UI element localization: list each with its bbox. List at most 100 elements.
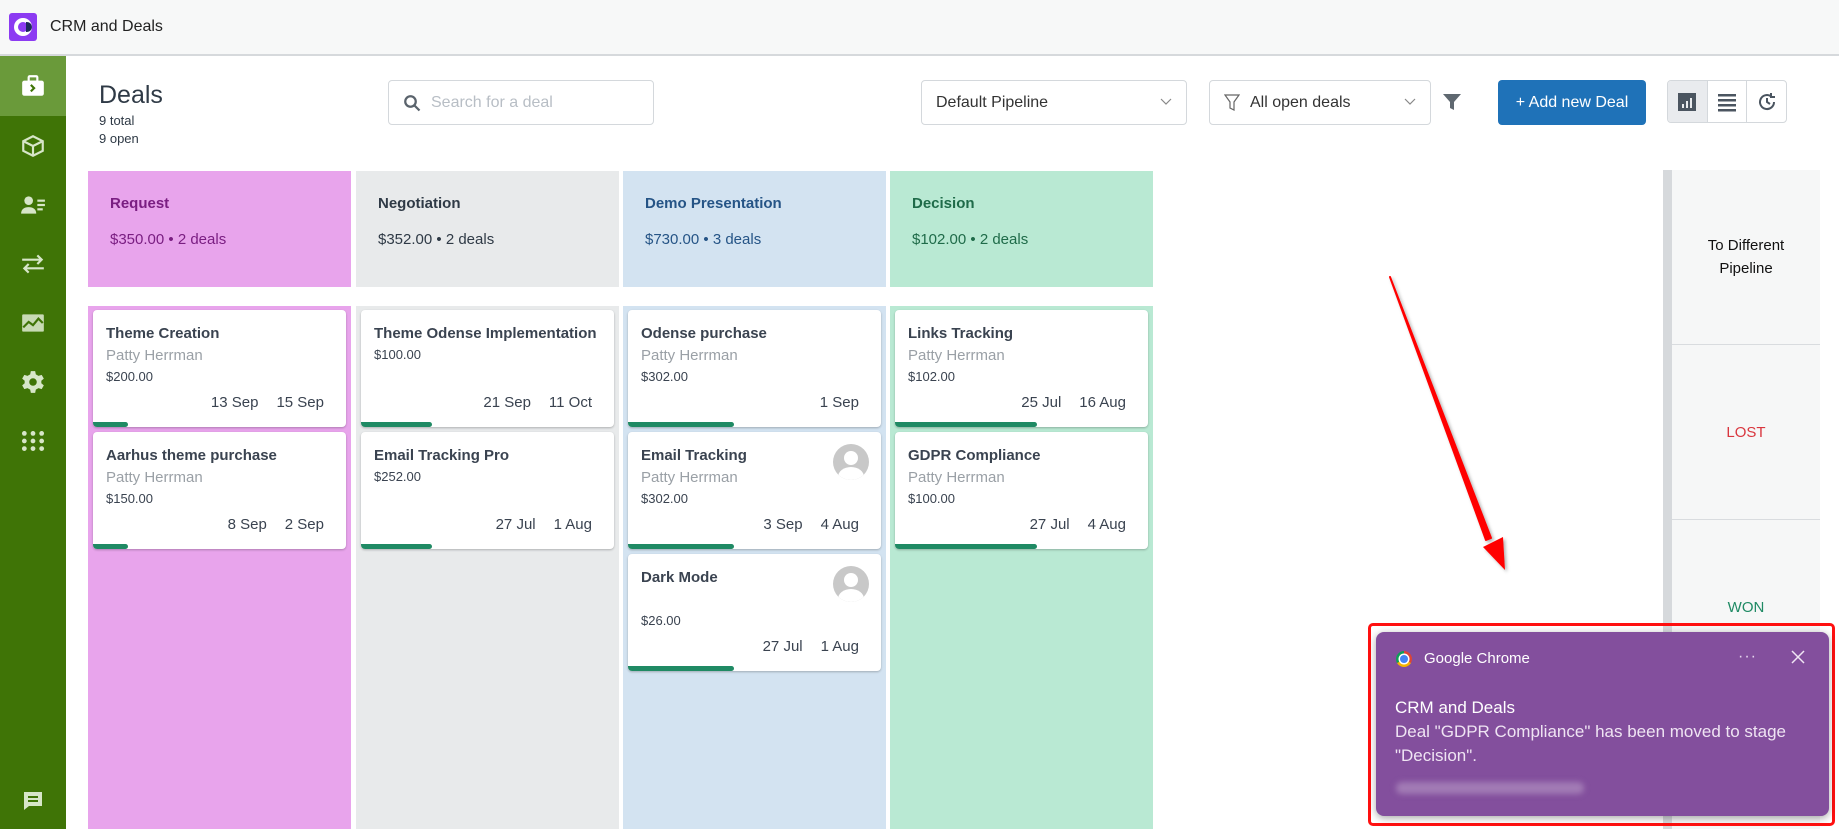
deal-value: $200.00 bbox=[106, 369, 153, 384]
stage-deal-count: 2 deals bbox=[445, 231, 495, 248]
deal-card[interactable]: GDPR Compliance Patty Herrman $100.00 27 Ju… bbox=[895, 432, 1148, 549]
stage-name: Negotiation bbox=[378, 195, 461, 212]
apps-grid-icon bbox=[21, 430, 45, 451]
more-options-icon[interactable]: ··· bbox=[1738, 648, 1757, 666]
stage-name: Request bbox=[110, 195, 170, 212]
deal-contact: Patty Herrman bbox=[641, 347, 738, 364]
chevron-down-icon bbox=[1404, 98, 1416, 105]
deal-progress-bar bbox=[93, 544, 129, 549]
chrome-notification[interactable]: Google Chrome ··· CRM and Deals Deal "GD… bbox=[1376, 632, 1829, 816]
notification-url-blurred bbox=[1396, 782, 1584, 794]
stage-column-demo-presentation: Demo Presentation $730.00 • 3 deals Oden… bbox=[623, 171, 886, 829]
notification-source: Google Chrome bbox=[1424, 650, 1530, 667]
drop-zone-label: LOST bbox=[1726, 423, 1766, 441]
search-box[interactable] bbox=[388, 80, 654, 125]
deal-dates: 27 Jul 1 Aug bbox=[478, 516, 592, 533]
sidebar-item-contacts[interactable] bbox=[0, 175, 66, 234]
view-toggle bbox=[1667, 80, 1787, 123]
chevron-down-icon bbox=[1160, 98, 1172, 105]
stage-deal-count: 2 deals bbox=[177, 231, 227, 248]
deal-title: Links Tracking bbox=[908, 325, 1014, 342]
deals-open-count: 9 open bbox=[99, 131, 139, 146]
deal-title: Theme Creation bbox=[106, 325, 220, 342]
deal-start-date: 25 Jul bbox=[1021, 394, 1062, 411]
list-icon bbox=[1718, 93, 1736, 111]
sidebar-item-deals[interactable] bbox=[0, 56, 66, 116]
drop-zone-lost[interactable]: LOST bbox=[1672, 345, 1820, 520]
deal-contact: Patty Herrman bbox=[106, 469, 203, 486]
deal-card[interactable]: Odense purchase Patty Herrman $302.00 1 Sep bbox=[628, 310, 881, 427]
stage-amount: $352.00 bbox=[378, 231, 433, 248]
deal-value: $102.00 bbox=[908, 369, 955, 384]
list-view-button[interactable] bbox=[1708, 81, 1748, 122]
sidebar-item-apps[interactable] bbox=[0, 411, 66, 470]
chat-icon bbox=[24, 792, 42, 810]
pipeline-select-value: Default Pipeline bbox=[936, 93, 1049, 111]
bar-chart-icon bbox=[1678, 92, 1697, 111]
deals-filter-value: All open deals bbox=[1250, 93, 1351, 111]
app-logo-icon bbox=[9, 13, 37, 41]
deal-start-date: 21 Sep bbox=[483, 394, 531, 411]
deal-card[interactable]: Email Tracking Pro $252.00 27 Jul 1 Aug bbox=[361, 432, 614, 549]
add-new-deal-button[interactable]: + Add new Deal bbox=[1498, 80, 1646, 125]
deal-card[interactable]: Links Tracking Patty Herrman $102.00 25 Jul… bbox=[895, 310, 1148, 427]
sidebar-item-transfers[interactable] bbox=[0, 234, 66, 293]
deal-value: $302.00 bbox=[641, 491, 688, 506]
deal-value: $100.00 bbox=[908, 491, 955, 506]
deal-card[interactable]: Aarhus theme purchase Patty Herrman $150.0… bbox=[93, 432, 346, 549]
deal-progress-bar bbox=[361, 422, 432, 427]
history-icon bbox=[1758, 92, 1775, 110]
deals-filter-select[interactable]: All open deals bbox=[1209, 80, 1431, 125]
deal-dates: 25 Jul 16 Aug bbox=[1003, 394, 1126, 411]
stage-body: Links Tracking Patty Herrman $102.00 25 Jul… bbox=[890, 306, 1153, 829]
deal-start-date: 27 Jul bbox=[1029, 516, 1070, 533]
drop-zone-different-pipeline[interactable]: To Different Pipeline bbox=[1672, 170, 1820, 345]
deal-card[interactable]: Theme Odense Implementation $100.00 21 Sep… bbox=[361, 310, 614, 427]
deal-start-date: 13 Sep bbox=[210, 394, 259, 411]
stage-summary: $730.00 • 3 deals bbox=[645, 231, 762, 248]
arrows-exchange-icon bbox=[22, 254, 44, 273]
history-view-button[interactable] bbox=[1747, 81, 1786, 122]
stage-summary: $102.00 • 2 deals bbox=[912, 231, 1029, 248]
deal-title: GDPR Compliance bbox=[908, 447, 1041, 464]
gear-icon bbox=[22, 370, 44, 393]
box-icon bbox=[22, 134, 44, 157]
stage-column-request: Request $350.00 • 2 deals Theme Creation… bbox=[88, 171, 351, 829]
filter-outline-icon bbox=[1224, 93, 1240, 111]
deal-progress-bar bbox=[895, 422, 1037, 427]
stage-amount: $730.00 bbox=[645, 231, 700, 248]
kanban-view-button[interactable] bbox=[1668, 81, 1708, 122]
sidebar-item-products[interactable] bbox=[0, 116, 66, 175]
drop-zone-label: WON bbox=[1727, 599, 1765, 616]
deal-close-date: 1 Aug bbox=[553, 516, 592, 533]
deal-value: $100.00 bbox=[374, 347, 421, 362]
chat-button[interactable] bbox=[0, 779, 66, 823]
avatar-icon[interactable] bbox=[833, 444, 869, 480]
deal-value: $302.00 bbox=[641, 369, 688, 384]
close-icon[interactable] bbox=[1789, 648, 1807, 666]
stage-header[interactable]: Request $350.00 • 2 deals bbox=[88, 171, 351, 287]
deal-close-date: 2 Sep bbox=[284, 516, 324, 533]
search-icon bbox=[404, 94, 421, 111]
sidebar-item-reports[interactable] bbox=[0, 293, 66, 352]
deals-total-count: 9 total bbox=[99, 113, 135, 128]
stage-header[interactable]: Decision $102.00 • 2 deals bbox=[890, 171, 1153, 287]
app-topbar: CRM and Deals bbox=[0, 0, 1839, 56]
avatar-icon[interactable] bbox=[833, 566, 869, 602]
deal-dates: 1 Sep bbox=[802, 394, 859, 411]
stage-header[interactable]: Demo Presentation $730.00 • 3 deals bbox=[623, 171, 886, 287]
deal-card[interactable]: Theme Creation Patty Herrman $200.00 13 Sep… bbox=[93, 310, 346, 427]
sidebar-item-settings[interactable] bbox=[0, 352, 66, 411]
notification-message: Deal "GDPR Compliance" has been moved to… bbox=[1395, 722, 1786, 765]
sidebar bbox=[0, 56, 66, 829]
deal-progress-bar bbox=[628, 544, 735, 549]
deal-card[interactable]: Dark Mode $26.00 27 Jul 1 Aug bbox=[628, 554, 881, 671]
stage-header[interactable]: Negotiation $352.00 • 2 deals bbox=[356, 171, 619, 287]
deal-contact: Patty Herrman bbox=[106, 347, 203, 364]
deal-card[interactable]: Email Tracking Patty Herrman $302.00 3 Sep 4… bbox=[628, 432, 881, 549]
pipeline-select[interactable]: Default Pipeline bbox=[921, 80, 1187, 125]
search-input[interactable] bbox=[431, 93, 641, 112]
deal-dates: 8 Sep 2 Sep bbox=[210, 516, 324, 533]
notification-title: CRM and Deals bbox=[1395, 698, 1515, 717]
filter-button[interactable] bbox=[1442, 92, 1462, 112]
